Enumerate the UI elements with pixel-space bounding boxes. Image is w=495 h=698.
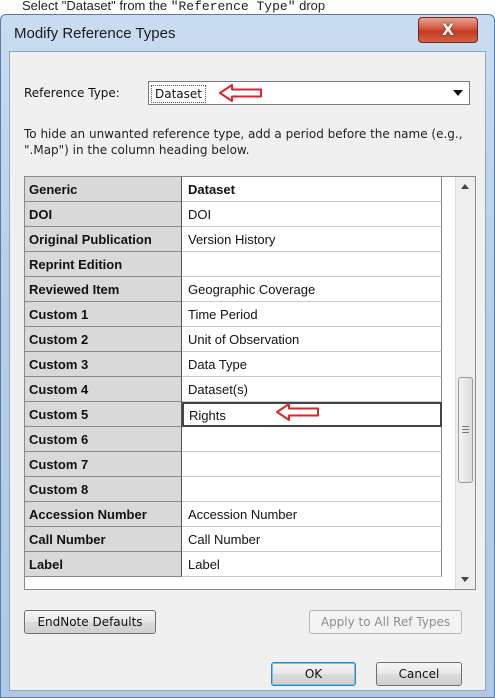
reference-type-dropdown[interactable]: Dataset (148, 81, 470, 105)
dialog-body: Reference Type: Dataset To hide an unwan… (9, 51, 486, 691)
scroll-thumb[interactable] (458, 377, 473, 483)
field-name-cell[interactable]: DOI (182, 202, 442, 227)
generic-field-label: Custom 6 (25, 427, 182, 452)
field-name-cell[interactable] (182, 427, 442, 452)
generic-field-label: Label (25, 552, 182, 577)
instruction-caption: Select "Dataset" from the "Reference Typ… (0, 0, 495, 14)
table-row: Reprint Edition (25, 252, 455, 277)
ok-button[interactable]: OK (271, 662, 356, 686)
field-name-cell[interactable] (182, 252, 442, 277)
generic-field-label: Custom 2 (25, 327, 182, 352)
table-row: Original Publication Version History (25, 227, 455, 252)
caption-suffix: drop (295, 0, 326, 13)
field-name-cell[interactable]: Accession Number (182, 502, 442, 527)
modify-reference-types-dialog: Modify Reference Types X Reference Type:… (0, 14, 495, 698)
field-name-cell[interactable]: Dataset(s) (182, 377, 442, 402)
table-row: DOI DOI (25, 202, 455, 227)
field-name-cell[interactable]: Geographic Coverage (182, 277, 442, 302)
field-name-cell[interactable] (182, 452, 442, 477)
close-button[interactable]: X (418, 17, 478, 43)
generic-field-label: Call Number (25, 527, 182, 552)
table-row: Custom 4 Dataset(s) (25, 377, 455, 402)
generic-field-label: Accession Number (25, 502, 182, 527)
caption-code: "Reference Type" (170, 0, 296, 14)
title-bar: Modify Reference Types X (1, 15, 494, 51)
field-name-cell[interactable]: Time Period (182, 302, 442, 327)
reference-type-value: Dataset (151, 85, 206, 103)
generic-field-label: Generic (25, 177, 182, 202)
table-row: Label Label (25, 552, 455, 577)
table-row: Custom 1 Time Period (25, 302, 455, 327)
field-name-cell[interactable]: Call Number (182, 527, 442, 552)
generic-field-label: Custom 1 (25, 302, 182, 327)
table-row: Custom 5 Rights (25, 402, 455, 427)
table-row: Reviewed Item Geographic Coverage (25, 277, 455, 302)
field-name-cell[interactable]: Version History (182, 227, 442, 252)
table-row: Custom 7 (25, 452, 455, 477)
generic-field-label: Reprint Edition (25, 252, 182, 277)
table-row: Accession Number Accession Number (25, 502, 455, 527)
field-mapping-table: Generic Dataset DOI DOI Original Publication… (24, 176, 476, 590)
generic-field-label: Custom 7 (25, 452, 182, 477)
apply-to-all-button[interactable]: Apply to All Ref Types (309, 610, 462, 634)
instructions-text: To hide an unwanted reference type, add … (24, 127, 463, 157)
caption-prefix: Select "Dataset" from the (22, 0, 171, 13)
generic-field-label: Custom 8 (25, 477, 182, 502)
scroll-up-icon (461, 184, 469, 189)
generic-field-label: Custom 4 (25, 377, 182, 402)
cancel-button[interactable]: Cancel (376, 662, 462, 686)
table-row: Custom 8 (25, 477, 455, 502)
generic-field-label: Custom 3 (25, 352, 182, 377)
type-name-cell[interactable]: Dataset (182, 177, 442, 202)
field-name-cell[interactable]: Label (182, 552, 442, 577)
generic-field-label: Original Publication (25, 227, 182, 252)
reference-type-label: Reference Type: (24, 86, 120, 100)
table-row: Call Number Call Number (25, 527, 455, 552)
scroll-down-button[interactable] (456, 571, 475, 589)
generic-field-label: DOI (25, 202, 182, 227)
chevron-down-icon[interactable] (453, 90, 463, 96)
field-name-cell[interactable] (182, 477, 442, 502)
table-row: Custom 3 Data Type (25, 352, 455, 377)
scroll-down-icon (461, 577, 469, 582)
grip-icon (462, 426, 469, 435)
vertical-scrollbar[interactable] (455, 177, 475, 589)
dialog-title: Modify Reference Types (14, 25, 176, 42)
close-icon: X (441, 20, 455, 39)
table-header-row: Generic Dataset (25, 177, 455, 202)
generic-field-label: Custom 5 (25, 402, 182, 427)
table-row: Custom 6 (25, 427, 455, 452)
annotation-arrow-icon (276, 403, 319, 421)
generic-field-label: Reviewed Item (25, 277, 182, 302)
endnote-defaults-button[interactable]: EndNote Defaults (24, 610, 156, 634)
scroll-up-button[interactable] (456, 177, 475, 195)
annotation-arrow-icon (219, 84, 262, 102)
field-name-cell[interactable]: Data Type (182, 352, 442, 377)
field-name-cell[interactable]: Unit of Observation (182, 327, 442, 352)
table-row: Custom 2 Unit of Observation (25, 327, 455, 352)
